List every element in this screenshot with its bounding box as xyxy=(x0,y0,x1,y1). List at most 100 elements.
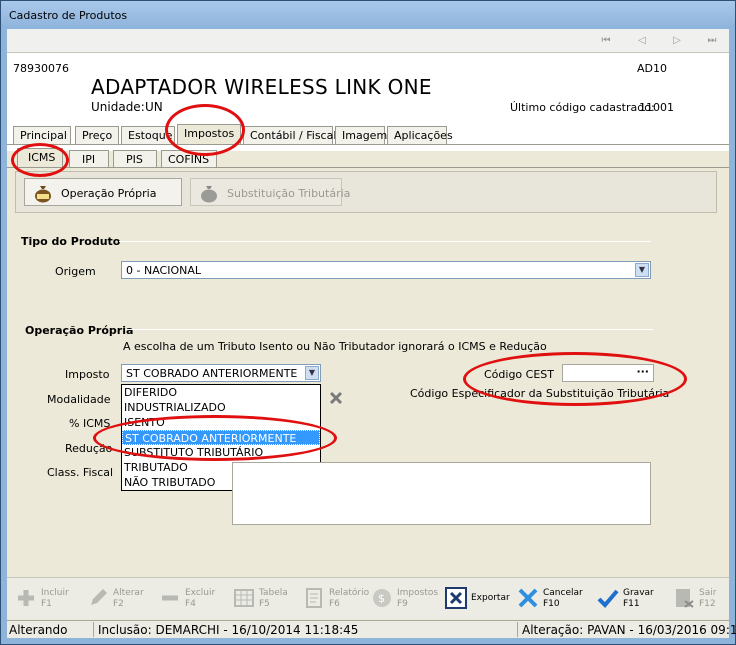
section-divider xyxy=(119,241,651,242)
own-operation-button[interactable]: Operação Própria xyxy=(24,178,182,206)
dropdown-option[interactable]: INDUSTRIALIZADO xyxy=(122,400,320,415)
gravar-button[interactable]: Gravar F11 xyxy=(597,584,663,614)
plus-icon xyxy=(18,590,34,606)
product-name: ADAPTADOR WIRELESS LINK ONE xyxy=(91,75,432,99)
dropdown-option[interactable]: ISENTO xyxy=(122,415,320,430)
product-code: 78930076 xyxy=(13,62,69,75)
icms-percent-label: % ICMS xyxy=(69,417,111,430)
first-record-icon[interactable]: ⏮ xyxy=(599,34,613,48)
subtab-divider xyxy=(7,167,729,168)
dropdown-option[interactable]: SUBSTITUTO TRIBUTÁRIO xyxy=(122,445,320,460)
imposto-select[interactable]: ST COBRADO ANTERIORMENTE ▼ xyxy=(121,364,321,382)
money-bag-icon xyxy=(35,186,51,203)
dropdown-option-selected[interactable]: ST COBRADO ANTERIORMENTE xyxy=(122,430,320,445)
exportar-label: Exportar xyxy=(471,593,510,603)
title-bar: Cadastro de Produtos xyxy=(1,1,735,29)
operacao-note: A escolha de um Tributo Isento ou Não Tr… xyxy=(123,340,547,353)
last-code-label: Último código cadastrado: xyxy=(510,101,655,114)
exportar-button[interactable]: Exportar xyxy=(445,584,511,614)
origem-label: Origem xyxy=(55,265,96,278)
status-separator xyxy=(93,622,94,637)
tab-imagem[interactable]: Imagem xyxy=(335,126,387,144)
chevron-down-icon[interactable]: ▼ xyxy=(635,263,649,277)
impostos-button[interactable]: $ Impostos F9 xyxy=(371,584,441,614)
last-code-value: 11001 xyxy=(639,101,674,114)
cancelar-button[interactable]: Cancelar F10 xyxy=(517,584,587,614)
modalidade-label: Modalidade xyxy=(47,393,111,406)
exit-icon xyxy=(676,589,694,608)
status-changed: Alteração: PAVAN - 16/03/2016 09:11:30 xyxy=(522,623,736,637)
operacao-propria-heading: Operação Própria xyxy=(25,324,134,337)
imposto-value: ST COBRADO ANTERIORMENTE xyxy=(126,367,298,380)
client-area: ⏮ ◁ ▷ ⏭ 78930076 ADAPTADOR WIRELESS LINK… xyxy=(7,29,736,638)
operation-group: Operação Própria Substituição Tributária xyxy=(15,171,717,213)
last-record-icon[interactable]: ⏭ xyxy=(705,34,719,48)
cest-input[interactable]: ··· xyxy=(562,364,654,382)
prev-record-icon[interactable]: ◁ xyxy=(635,34,649,48)
money-bag-icon xyxy=(201,186,217,203)
next-record-icon[interactable]: ▷ xyxy=(670,34,684,48)
origem-value: 0 - NACIONAL xyxy=(126,264,201,277)
tab-estoque[interactable]: Estoque xyxy=(121,126,175,144)
st-operation-button[interactable]: Substituição Tributária xyxy=(190,178,350,206)
window-title: Cadastro de Produtos xyxy=(9,9,128,22)
chevron-down-icon[interactable]: ▼ xyxy=(305,366,319,380)
status-mode: Alterando xyxy=(9,623,68,637)
tab-divider xyxy=(7,144,729,145)
alterar-button[interactable]: Alterar F2 xyxy=(87,584,153,614)
tab-icms[interactable]: ICMS xyxy=(17,148,63,168)
relatorio-button[interactable]: Relatório F6 xyxy=(303,584,369,614)
tab-impostos[interactable]: Impostos xyxy=(177,124,241,144)
tab-aplicacoes[interactable]: Aplicações xyxy=(387,126,453,144)
unit-value: UN xyxy=(145,100,163,114)
cancelar-label: Cancelar F10 xyxy=(543,588,583,609)
incluir-button[interactable]: Incluir F1 xyxy=(15,584,81,614)
cancel-icon xyxy=(518,588,538,608)
minus-icon xyxy=(162,595,178,601)
tipo-produto-heading: Tipo do Produto xyxy=(21,235,121,248)
cest-description: Código Especificador da Substituição Tri… xyxy=(410,387,670,400)
svg-text:$: $ xyxy=(378,592,385,605)
own-operation-label: Operação Própria xyxy=(61,187,157,200)
product-ref: AD10 xyxy=(637,62,667,75)
pencil-icon xyxy=(91,589,107,605)
tab-pis[interactable]: PIS xyxy=(113,150,157,168)
reducao-label: Redução xyxy=(65,442,113,455)
impostos-label: Impostos F9 xyxy=(397,588,439,609)
main-window: Cadastro de Produtos ⏮ ◁ ▷ ⏭ 78930076 AD… xyxy=(0,0,736,645)
status-bar: Alterando Inclusão: DEMARCHI - 16/10/201… xyxy=(7,620,736,638)
tab-contabil-fiscal[interactable]: Contábil / Fiscal xyxy=(243,126,336,144)
class-fiscal-label: Class. Fiscal xyxy=(47,466,114,479)
report-icon xyxy=(306,588,322,608)
sair-button[interactable]: Sair F12 xyxy=(673,584,727,614)
imposto-label: Imposto xyxy=(65,368,110,381)
alterar-label: Alterar F2 xyxy=(113,588,144,609)
tab-preco[interactable]: Preço xyxy=(75,126,119,144)
tab-principal[interactable]: Principal xyxy=(13,126,71,144)
relatorio-label: Relatório F6 xyxy=(329,588,370,609)
status-separator xyxy=(517,622,518,637)
check-icon xyxy=(597,589,619,608)
section-divider xyxy=(125,329,653,330)
export-icon xyxy=(445,587,467,609)
gravar-label: Gravar F11 xyxy=(623,588,654,609)
status-created: Inclusão: DEMARCHI - 16/10/2014 11:18:45 xyxy=(98,623,359,637)
dollar-coin-icon: $ xyxy=(373,589,391,607)
unit-label: Unidade: xyxy=(91,100,145,114)
incluir-label: Incluir F1 xyxy=(41,588,69,609)
class-fiscal-textarea[interactable] xyxy=(232,462,651,525)
clear-x-icon[interactable] xyxy=(328,390,344,406)
tabela-button[interactable]: Tabela F5 xyxy=(233,584,299,614)
dropdown-option[interactable]: DIFERIDO xyxy=(122,385,320,400)
table-icon xyxy=(234,589,254,607)
sair-label: Sair F12 xyxy=(699,588,717,609)
record-nav-bar: ⏮ ◁ ▷ ⏭ xyxy=(7,29,729,53)
st-operation-label: Substituição Tributária xyxy=(227,187,351,200)
excluir-button[interactable]: Excluir F4 xyxy=(159,584,225,614)
origem-select[interactable]: 0 - NACIONAL ▼ xyxy=(121,261,651,279)
tab-ipi[interactable]: IPI xyxy=(69,150,109,168)
ellipsis-icon[interactable]: ··· xyxy=(636,365,649,378)
tab-cofins[interactable]: COFINS xyxy=(161,150,217,168)
action-toolbar: Incluir F1 Alterar F2 Excluir F4 Tabela F5 R… xyxy=(7,577,729,619)
tabela-label: Tabela F5 xyxy=(259,588,288,609)
